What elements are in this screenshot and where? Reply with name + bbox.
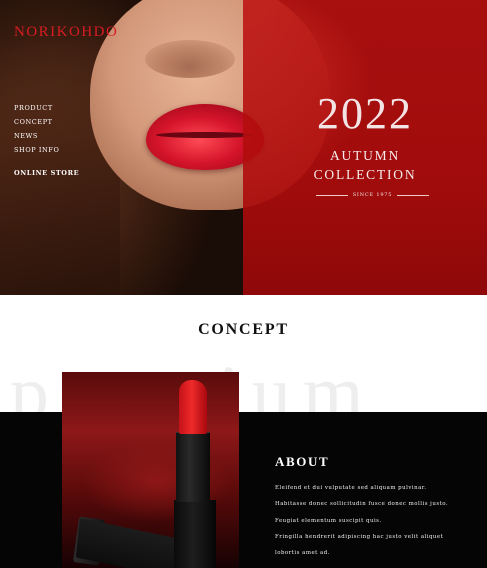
- about-heading: ABOUT: [275, 454, 330, 469]
- nav-item-shop-info[interactable]: SHOP INFO: [14, 143, 59, 157]
- online-store-link[interactable]: ONLINE STORE: [14, 169, 79, 177]
- main-nav: PRODUCT CONCEPT NEWS SHOP INFO: [14, 101, 59, 157]
- lipstick-collar: [176, 432, 210, 502]
- nav-item-concept[interactable]: CONCEPT: [14, 115, 59, 129]
- hero-year: 2022: [317, 89, 413, 138]
- since-row: SINCE 1975: [316, 190, 429, 200]
- brand-logo[interactable]: NORIKOHDO: [14, 24, 118, 41]
- hero-collection-title: AUTUMN COLLECTION: [243, 146, 487, 184]
- about-line: Feugiat elementum suscipit quis.: [275, 517, 382, 524]
- hero-nose: [145, 40, 235, 78]
- nav-item-news[interactable]: NEWS: [14, 129, 59, 143]
- about-line: Eleifend et dui vulputate sed aliquam pu…: [275, 485, 427, 491]
- nav-item-product[interactable]: PRODUCT: [14, 101, 59, 115]
- concept-heading: CONCEPT: [198, 321, 289, 338]
- about-line: lobortis amet ad.: [275, 550, 330, 557]
- hero-season-line2: COLLECTION: [313, 167, 417, 182]
- lipstick-bullet: [179, 380, 207, 434]
- about-line: Fringilla hendrerit adipiscing hac justo…: [275, 533, 444, 540]
- divider-right: [397, 194, 429, 196]
- about-line: Habitasse donec sollicitudin fusce donec…: [275, 501, 449, 508]
- about-text: Eleifend et dui vulputate sed aliquam pu…: [275, 480, 448, 561]
- hero-season-line1: AUTUMN: [329, 148, 401, 163]
- lipstick-base: [174, 500, 216, 568]
